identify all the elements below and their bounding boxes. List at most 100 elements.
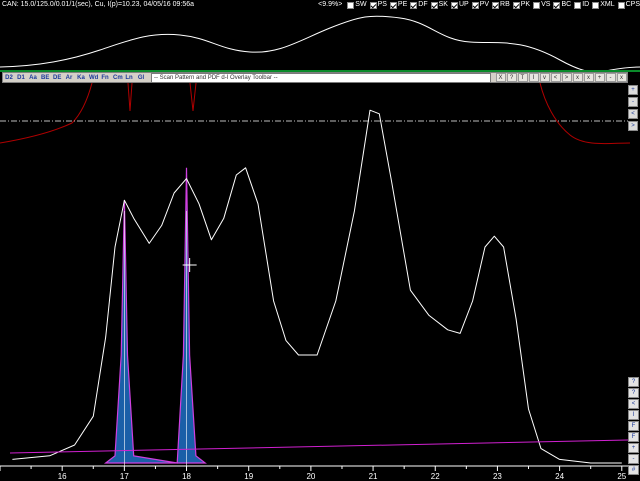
flag-sw[interactable]: SW bbox=[347, 0, 367, 10]
side-button-top-0[interactable]: + bbox=[628, 85, 638, 95]
side-button-bottom-0[interactable]: ? bbox=[628, 377, 639, 387]
toolbar-right-button-1[interactable]: ? bbox=[506, 73, 517, 82]
side-buttons-top: + - < > bbox=[628, 84, 638, 133]
toolbar-right-button-4[interactable]: v bbox=[539, 73, 550, 82]
side-button-top-1[interactable]: - bbox=[628, 97, 638, 107]
flag-xml[interactable]: XML bbox=[592, 0, 615, 10]
flag-label: BC bbox=[561, 1, 572, 8]
x-tick-label: 16 bbox=[58, 472, 67, 481]
toolbar-right-button-9[interactable]: + bbox=[594, 73, 605, 82]
toolbar-right-button-6[interactable]: > bbox=[561, 73, 572, 82]
flag-label: SK bbox=[438, 1, 448, 8]
x-tick-label: 20 bbox=[306, 472, 315, 481]
flag-checkbox[interactable] bbox=[369, 1, 377, 9]
side-button-bottom-3[interactable]: I bbox=[628, 410, 639, 420]
scan-info: CAN: 15.0/125.0/0.01/1(sec), Cu, I(p)=10… bbox=[2, 1, 195, 8]
toolbar-button-0[interactable]: D2 bbox=[4, 73, 14, 82]
pattern-plot[interactable]: 16 17 18 19 20 21 22 23 24 25 bbox=[0, 83, 640, 481]
toolbar-button-4[interactable]: DE bbox=[52, 73, 62, 82]
overview-curve bbox=[0, 15, 640, 70]
flag-pk[interactable]: PK bbox=[512, 0, 531, 10]
flag-checkbox[interactable] bbox=[592, 1, 600, 9]
toolbar-button-8[interactable]: Fn bbox=[100, 73, 110, 82]
flag-pv[interactable]: PV bbox=[471, 0, 490, 10]
flag-checkbox[interactable] bbox=[533, 1, 541, 9]
flag-id[interactable]: ID bbox=[574, 0, 589, 10]
side-button-bottom-8[interactable]: # bbox=[628, 465, 639, 475]
toolbar-button-5[interactable]: Ar bbox=[64, 73, 74, 82]
flag-checkbox[interactable] bbox=[347, 1, 355, 9]
toolbar-button-9[interactable]: Cm bbox=[112, 73, 123, 82]
x-tick-label: 22 bbox=[431, 472, 440, 481]
display-flags: <9.9%> SW PS PE DF SK UP PV RB PK VS BC ID XML CPS bbox=[318, 0, 640, 10]
toolbar-right-button-5[interactable]: < bbox=[550, 73, 561, 82]
flag-label: ID bbox=[582, 1, 590, 8]
flag-label: UP bbox=[458, 1, 469, 8]
x-tick-label: 25 bbox=[617, 472, 626, 481]
side-button-bottom-1[interactable]: ? bbox=[628, 388, 639, 398]
flag-checkbox[interactable] bbox=[512, 1, 520, 9]
flag-label: PS bbox=[377, 1, 387, 8]
side-button-bottom-5[interactable]: F bbox=[628, 432, 639, 442]
flag-up[interactable]: UP bbox=[450, 0, 469, 10]
flag-checkbox[interactable] bbox=[553, 1, 561, 9]
toolbar-button-1[interactable]: D1 bbox=[16, 73, 26, 82]
side-buttons-bottom: ?? < I F F + - # bbox=[628, 376, 639, 476]
toolbar-right-button-7[interactable]: x bbox=[572, 73, 583, 82]
x-tick-label: 24 bbox=[555, 472, 564, 481]
flag-sk[interactable]: SK bbox=[430, 0, 448, 10]
flag-label: RB bbox=[500, 1, 510, 8]
overlay-toolbar: D2 D1 Aa BE DE Ar Ka Wd Fn Cm Ln Gl -- Scan Pattern… bbox=[2, 72, 628, 83]
pattern-overlay-select[interactable]: -- Scan Pattern and PDF d-I Overlay Tool… bbox=[151, 72, 491, 83]
flag-label: VS bbox=[541, 1, 551, 8]
flag-cps[interactable]: CPS bbox=[617, 0, 640, 10]
toolbar-right-button-2[interactable]: T bbox=[517, 73, 528, 82]
side-button-top-2[interactable]: < bbox=[628, 109, 638, 119]
toolbar-right-group: X? T Iv < > x x + - x bbox=[495, 73, 627, 82]
toolbar-right-button-11[interactable]: x bbox=[616, 73, 627, 82]
toolbar-left-group: D2 D1 Aa BE DE Ar Ka Wd Fn Cm Ln Gl bbox=[3, 73, 147, 82]
toolbar-right-button-3[interactable]: I bbox=[528, 73, 539, 82]
x-tick-label: 18 bbox=[182, 472, 191, 481]
flag-checkbox[interactable] bbox=[492, 1, 500, 9]
flag-checkbox[interactable] bbox=[410, 1, 418, 9]
x-tick-label: 23 bbox=[493, 472, 502, 481]
flag-checkbox[interactable] bbox=[471, 1, 479, 9]
x-tick-label: 17 bbox=[120, 472, 129, 481]
flag-df[interactable]: DF bbox=[410, 0, 428, 10]
flag-pe[interactable]: PE bbox=[389, 0, 408, 10]
side-button-bottom-7[interactable]: - bbox=[628, 454, 639, 464]
flag-label: SW bbox=[355, 1, 367, 8]
flag-label: CPS bbox=[625, 1, 640, 8]
toolbar-right-button-10[interactable]: - bbox=[605, 73, 616, 82]
flag-checkbox[interactable] bbox=[450, 1, 458, 9]
toolbar-button-2[interactable]: Aa bbox=[28, 73, 38, 82]
flag-vs[interactable]: VS bbox=[533, 0, 550, 10]
flag-ps[interactable]: PS bbox=[369, 0, 387, 10]
status-bar: CAN: 15.0/125.0/0.01/1(sec), Cu, I(p)=10… bbox=[0, 0, 640, 10]
toolbar-button-11[interactable]: Gl bbox=[136, 73, 146, 82]
plot-background bbox=[0, 83, 640, 481]
toolbar-button-10[interactable]: Ln bbox=[124, 73, 134, 82]
flag-checkbox[interactable] bbox=[389, 1, 397, 9]
flag-checkbox[interactable] bbox=[430, 1, 438, 9]
flag-label: PK bbox=[520, 1, 531, 8]
flag-label: PV bbox=[479, 1, 490, 8]
flag-label: PE bbox=[397, 1, 408, 8]
flag-checkbox[interactable] bbox=[574, 1, 582, 9]
flag-bc[interactable]: BC bbox=[553, 0, 571, 10]
flag-checkbox[interactable] bbox=[617, 1, 625, 9]
toolbar-button-3[interactable]: BE bbox=[40, 73, 50, 82]
side-button-bottom-2[interactable]: < bbox=[628, 399, 639, 409]
side-button-top-3[interactable]: > bbox=[628, 121, 638, 131]
overview-pattern[interactable] bbox=[0, 10, 640, 70]
toolbar-right-button-0[interactable]: X bbox=[495, 73, 506, 82]
side-button-bottom-4[interactable]: F bbox=[628, 421, 639, 431]
x-tick-label: 19 bbox=[244, 472, 253, 481]
flag-rb[interactable]: RB bbox=[492, 0, 510, 10]
x-tick-label: 21 bbox=[369, 472, 378, 481]
side-button-bottom-6[interactable]: + bbox=[628, 443, 639, 453]
toolbar-button-7[interactable]: Wd bbox=[88, 73, 98, 82]
toolbar-button-6[interactable]: Ka bbox=[76, 73, 86, 82]
toolbar-right-button-8[interactable]: x bbox=[583, 73, 594, 82]
